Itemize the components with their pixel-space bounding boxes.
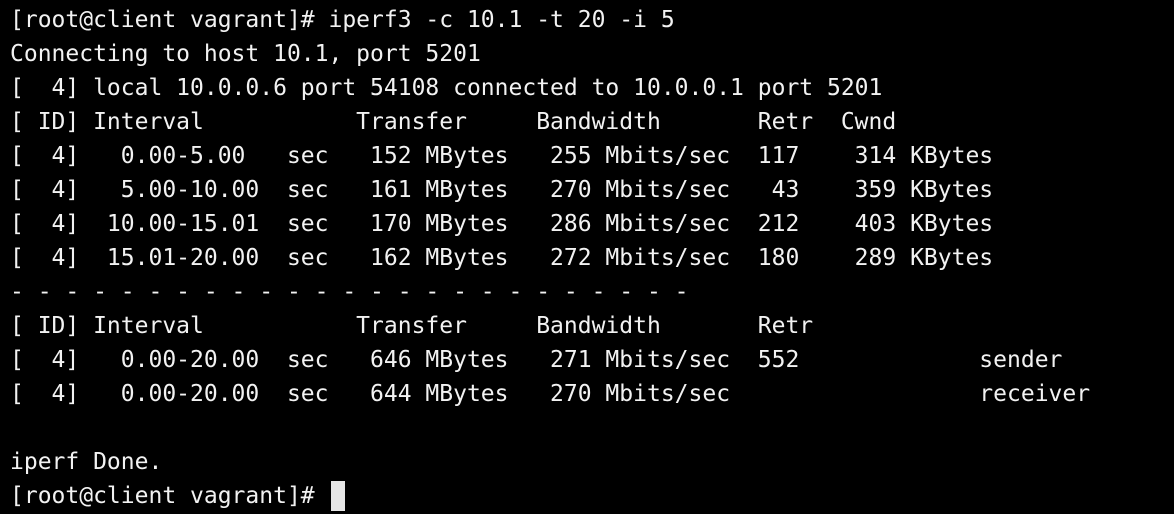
interval-row: [ 4] 5.00-10.00 sec 161 MBytes 270 Mbits… (10, 177, 994, 203)
shell-prompt: [root@client vagrant]# (10, 483, 329, 509)
separator-line: - - - - - - - - - - - - - - - - - - - - … (10, 279, 689, 305)
summary-row-sender: [ 4] 0.00-20.00 sec 646 MBytes 271 Mbits… (10, 347, 1063, 373)
terminal-window[interactable]: [root@client vagrant]# iperf3 -c 10.1 -t… (0, 0, 1174, 514)
connection-info-line: [ 4] local 10.0.0.6 port 54108 connected… (10, 75, 883, 101)
cursor[interactable] (330, 481, 345, 511)
interval-table-header: [ ID] Interval Transfer Bandwidth Retr C… (10, 109, 897, 135)
summary-table-header: [ ID] Interval Transfer Bandwidth Retr (10, 313, 814, 339)
connecting-line: Connecting to host 10.1, port 5201 (10, 41, 481, 67)
prompt-line[interactable]: [root@client vagrant]# (10, 479, 1174, 513)
interval-row: [ 4] 0.00-5.00 sec 152 MBytes 255 Mbits/… (10, 143, 994, 169)
command-line: [root@client vagrant]# iperf3 -c 10.1 -t… (10, 7, 675, 33)
done-line: iperf Done. (10, 449, 163, 475)
interval-row: [ 4] 15.01-20.00 sec 162 MBytes 272 Mbit… (10, 245, 994, 271)
summary-row-receiver: [ 4] 0.00-20.00 sec 644 MBytes 270 Mbits… (10, 381, 1091, 407)
interval-row: [ 4] 10.00-15.01 sec 170 MBytes 286 Mbit… (10, 211, 994, 237)
